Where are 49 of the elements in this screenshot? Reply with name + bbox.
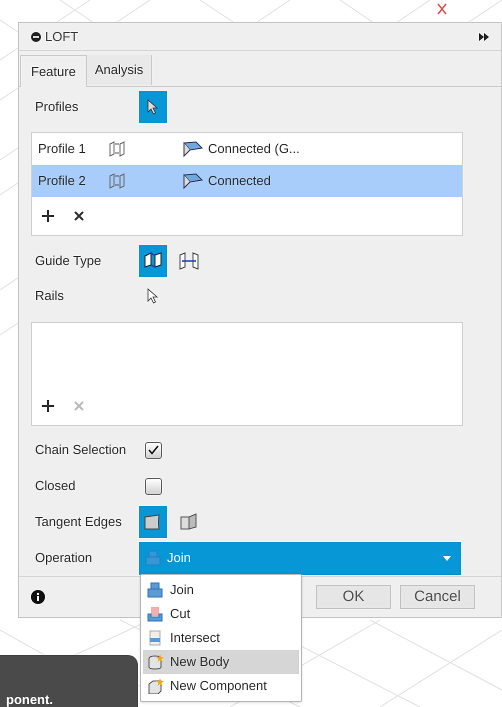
tab[interactable]: Feature bbox=[20, 55, 87, 87]
new-component-icon bbox=[147, 678, 165, 694]
select-button[interactable] bbox=[139, 91, 167, 123]
checkbox[interactable] bbox=[145, 478, 162, 494]
field-label: Guide Type bbox=[34, 252, 102, 270]
dialog-button[interactable]: OK bbox=[316, 585, 391, 609]
field-label: Closed bbox=[34, 477, 76, 496]
tangent-edges-option[interactable] bbox=[139, 506, 167, 538]
pointer-icon bbox=[147, 288, 159, 304]
join-icon bbox=[145, 550, 161, 566]
checkbox[interactable] bbox=[145, 442, 162, 458]
field-label: Chain Selection bbox=[34, 441, 128, 460]
menu-item[interactable]: Join bbox=[143, 578, 299, 602]
menu-item[interactable]: Intersect bbox=[143, 626, 299, 650]
expand-icon[interactable] bbox=[479, 32, 489, 40]
connection-icon[interactable] bbox=[182, 172, 204, 190]
profile-name: Profile 2 bbox=[38, 172, 87, 190]
connection-icon[interactable] bbox=[182, 140, 204, 158]
remove-icon[interactable] bbox=[74, 211, 84, 221]
join-icon bbox=[147, 582, 165, 598]
tooltip-text: ponent. bbox=[6, 691, 53, 707]
profile-name: Profile 1 bbox=[38, 140, 87, 158]
menu-item[interactable]: New Component bbox=[143, 674, 299, 698]
info-icon[interactable] bbox=[31, 590, 45, 604]
field-label: Tangent Edges bbox=[34, 513, 123, 532]
centerline-icon bbox=[178, 250, 200, 272]
profile-row[interactable]: Profile 2 Connected bbox=[32, 165, 462, 197]
panel-title: LOFT bbox=[45, 28, 78, 46]
guide-type-option[interactable] bbox=[139, 245, 167, 277]
tab[interactable]: Analysis bbox=[86, 55, 152, 85]
pointer-icon bbox=[147, 99, 159, 115]
profile-row[interactable]: Profile 1 Connected (G... bbox=[32, 133, 462, 165]
profile-swap-icon[interactable] bbox=[108, 172, 126, 190]
profile-status: Connected bbox=[208, 172, 271, 190]
collapse-icon[interactable] bbox=[31, 32, 41, 42]
checkmark-icon bbox=[148, 445, 159, 455]
field-label: Profiles bbox=[34, 98, 80, 116]
profile-swap-icon[interactable] bbox=[108, 140, 126, 158]
add-icon[interactable] bbox=[42, 400, 54, 412]
new-body-icon bbox=[147, 654, 165, 670]
field-label: Rails bbox=[34, 287, 65, 306]
field-label: Operation bbox=[34, 549, 94, 568]
add-icon[interactable] bbox=[42, 210, 54, 222]
cut-icon bbox=[147, 606, 165, 622]
menu-item[interactable]: Cut bbox=[143, 602, 299, 626]
dropdown-caret-icon bbox=[443, 556, 451, 560]
menu-item[interactable]: New Body bbox=[143, 650, 299, 674]
dialog-button[interactable]: Cancel bbox=[400, 585, 475, 609]
profile-status: Connected (G... bbox=[208, 140, 300, 158]
